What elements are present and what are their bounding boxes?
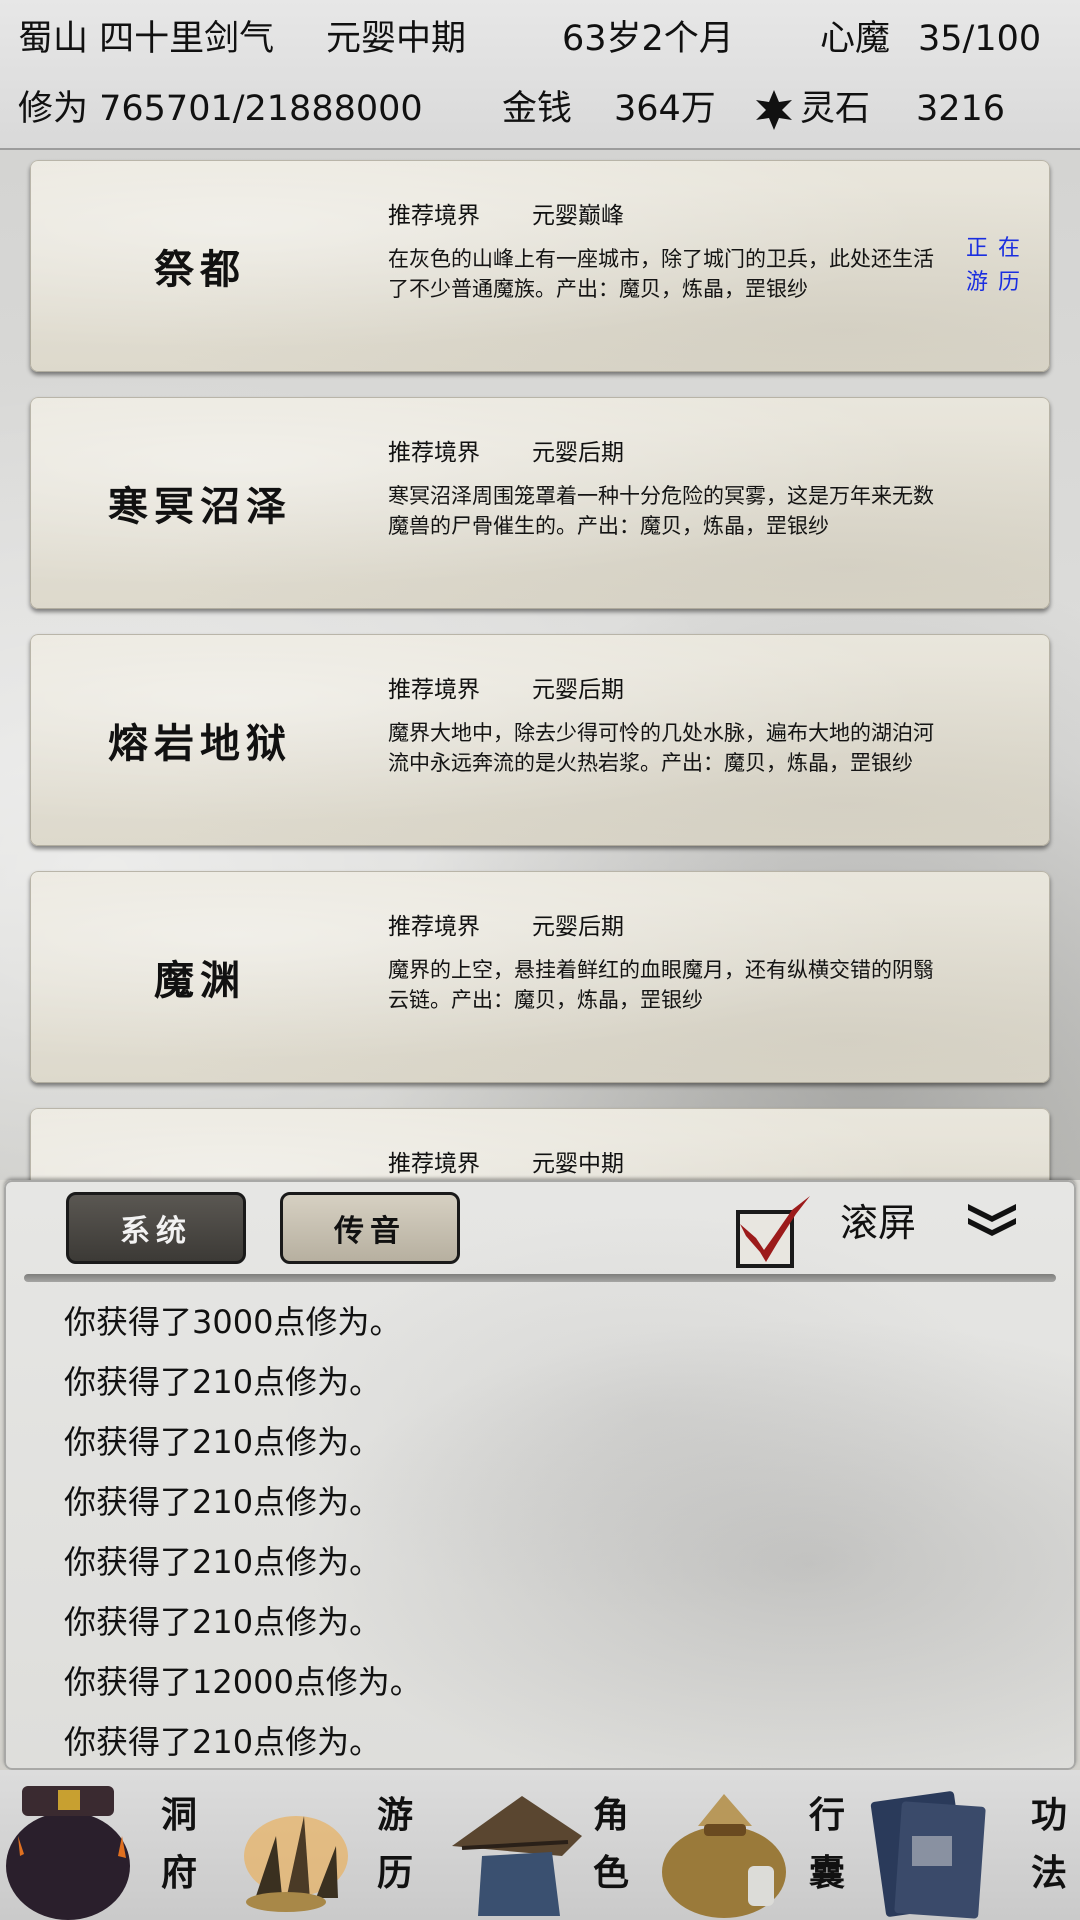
sect-name: 蜀山 四十里剑气 [18,19,275,59]
message-line: 你获得了210点修为。 [64,1543,382,1581]
message-panel: 系统 传音 滚屏 你获得了3000点修为。 你获得了210点修为。 你获得了21… [4,1180,1076,1770]
nav-label: 功法 [1030,1794,1067,1894]
location-card[interactable]: 寒冥沼泽 推荐境界 元婴后期 寒冥沼泽周围笼罩着一种十分危险的冥雾，这是万年来无数… [30,397,1050,609]
message-line: 你获得了210点修为。 [64,1483,382,1521]
character-age: 63岁2个月 [562,19,734,59]
recommended-realm: 推荐境界 元婴后期 [388,440,624,466]
location-name: 熔岩地狱 [108,720,292,767]
nav-character[interactable]: 角色 [432,1770,648,1920]
status-bar: 蜀山 四十里剑气 元婴中期 63岁2个月 心魔 35/100 修为 765701… [0,0,1080,150]
message-line: 你获得了12000点修为。 [64,1663,422,1701]
nav-travel[interactable]: 游历 [216,1770,432,1920]
location-card[interactable]: 熔岩地狱 推荐境界 元婴后期 魔界大地中，除去少得可怜的几处水脉，遍布大地的湖泊河… [30,634,1050,846]
nav-techniques[interactable]: 功法 [864,1770,1080,1920]
bottom-nav: 洞府 游历 角色 行囊 功法 [0,1770,1080,1920]
location-description: 魔界大地中，除去少得可怜的几处水脉，遍布大地的湖泊河流中永远奔流的是火热岩浆。产… [388,721,934,775]
message-line: 你获得了210点修为。 [64,1603,382,1641]
location-card[interactable]: 魔渊 推荐境界 元婴后期 魔界的上空，悬挂着鲜红的血眼魔月，还有纵横交错的阴翳云链… [30,871,1050,1083]
book-icon [870,1791,986,1919]
location-name: 寒冥沼泽 [108,483,292,530]
nav-bag[interactable]: 行囊 [648,1770,864,1920]
location-card[interactable]: 祭都 推荐境界 元婴巅峰 在灰色的山峰上有一座城市，除了城门的卫兵，此处还生活了不… [30,160,1050,372]
money-label: 金钱 [502,89,573,129]
currently-traveling-badge: 正在游历 [965,236,1030,295]
recommended-realm: 推荐境界 元婴后期 [388,914,624,940]
location-list[interactable]: 祭都 推荐境界 元婴巅峰 在灰色的山峰上有一座城市，除了城门的卫兵，此处还生活了不… [0,150,1080,1180]
message-divider [24,1274,1056,1282]
collapse-chevron-icon[interactable] [964,1200,1020,1240]
travel-icon [244,1816,348,1912]
scroll-label: 滚屏 [840,1201,917,1245]
cultivation-realm: 元婴中期 [326,19,467,59]
tab-system[interactable]: 系统 [66,1192,246,1264]
recommended-realm: 推荐境界 元婴巅峰 [388,203,624,229]
tab-voice[interactable]: 传音 [280,1192,460,1264]
scroll-checkbox[interactable] [734,1190,814,1270]
nav-label: 洞府 [160,1794,197,1894]
money-value: 364万 [614,89,716,129]
cave-dwelling-icon [6,1786,130,1920]
character-hat-icon [452,1796,582,1916]
location-card[interactable]: 推荐境界 元婴中期 [30,1108,1050,1180]
spirit-stone-icon [756,90,792,130]
demon-label: 心魔 [820,19,891,59]
spirit-stone-value: 3216 [916,89,1006,129]
nav-label: 角色 [592,1794,629,1894]
nav-cave-dwelling[interactable]: 洞府 [0,1770,216,1920]
message-line: 你获得了210点修为。 [64,1363,382,1401]
demon-value: 35/100 [918,19,1042,59]
location-description: 寒冥沼泽周围笼罩着一种十分危险的冥雾，这是万年来无数魔兽的尸骨催生的。产出：魔贝… [388,484,934,538]
location-description: 魔界的上空，悬挂着鲜红的血眼魔月，还有纵横交错的阴翳云链。产出：魔贝，炼晶，罡银… [388,958,934,1012]
location-name: 祭都 [154,246,246,293]
message-line: 你获得了3000点修为。 [64,1303,402,1341]
nav-label: 行囊 [808,1794,845,1894]
location-description: 在灰色的山峰上有一座城市，除了城门的卫兵，此处还生活了不少普通魔族。产出：魔贝，… [388,247,934,301]
message-line: 你获得了210点修为。 [64,1423,382,1461]
cultivation-progress: 修为 765701/21888000 [18,89,423,129]
recommended-realm: 推荐境界 元婴中期 [388,1151,624,1177]
location-name: 魔渊 [154,957,246,1004]
message-line: 你获得了210点修为。 [64,1723,382,1761]
bag-icon [662,1794,786,1918]
spirit-stone-label: 灵石 [800,89,871,129]
nav-label: 游历 [376,1794,413,1894]
recommended-realm: 推荐境界 元婴后期 [388,677,624,703]
location-name [30,1108,370,1180]
